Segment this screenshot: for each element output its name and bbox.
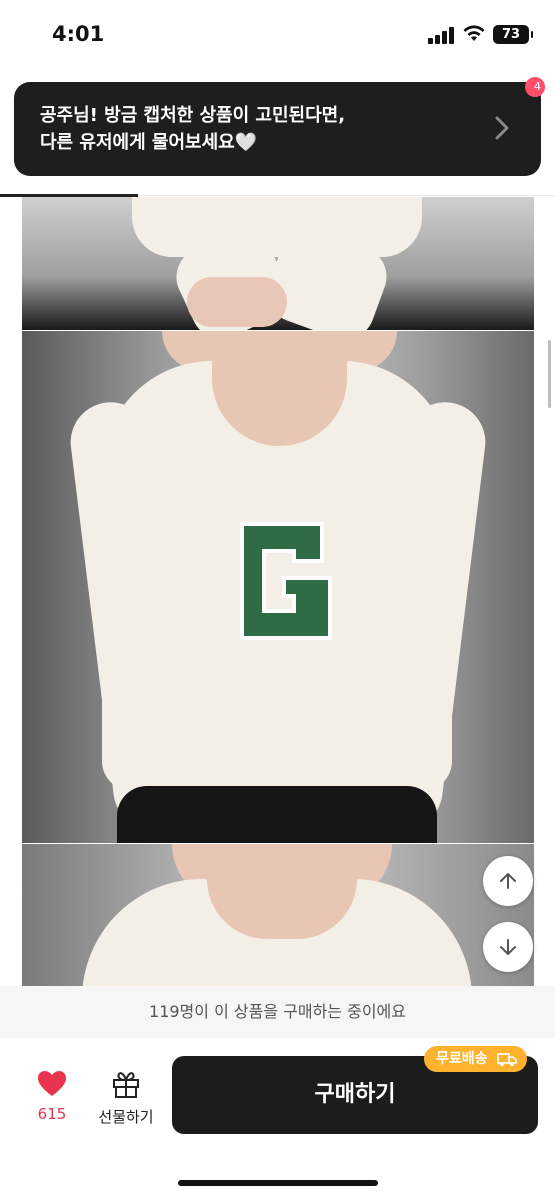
ask-others-banner[interactable]: 공주님! 방금 캡처한 상품이 고민된다면, 다른 유저에게 물어보세요🤍: [14, 82, 541, 176]
scrollbar[interactable]: [548, 340, 551, 408]
like-button[interactable]: 615: [32, 1070, 72, 1123]
purchase-notice: 119명이 이 상품을 구매하는 중이에요: [0, 986, 555, 1038]
status-time: 4:01: [52, 22, 105, 46]
heart-icon: [38, 1071, 66, 1096]
arrow-up-icon: [500, 873, 516, 889]
gift-label: 선물하기: [98, 1108, 154, 1126]
banner-line-2: 다른 유저에게 물어보세요🤍: [40, 132, 258, 153]
bottom-action-bar: 119명이 이 상품을 구매하는 중이에요 615 선물하기 구매하기 무료배송: [0, 986, 555, 1200]
like-count: 615: [37, 1105, 67, 1123]
home-indicator: [178, 1180, 378, 1186]
g-patch-graphic: [240, 522, 332, 640]
free-shipping-label: 무료배송: [436, 1051, 488, 1067]
wifi-icon: [463, 25, 485, 41]
chevron-right-icon: [495, 116, 509, 140]
banner-text: 공주님! 방금 캡처한 상품이 고민된다면, 다른 유저에게 물어보세요🤍: [40, 102, 345, 156]
gift-button[interactable]: 선물하기: [94, 1070, 158, 1127]
product-image-3[interactable]: [22, 844, 534, 986]
notification-badge: 4: [525, 77, 545, 97]
truck-icon: [497, 1053, 517, 1066]
free-shipping-badge: 무료배송: [424, 1046, 527, 1072]
product-image-2[interactable]: [22, 331, 534, 843]
arrow-down-icon: [500, 939, 516, 955]
battery-icon: 73: [493, 25, 533, 44]
product-image-1[interactable]: [22, 197, 534, 330]
banner-line-1: 공주님! 방금 캡처한 상품이 고민된다면,: [40, 105, 346, 126]
scroll-down-button[interactable]: [483, 922, 533, 972]
status-bar: 4:01 73: [0, 0, 555, 70]
scroll-up-button[interactable]: [483, 856, 533, 906]
signal-icon: [428, 26, 456, 44]
gift-icon: [113, 1072, 139, 1098]
